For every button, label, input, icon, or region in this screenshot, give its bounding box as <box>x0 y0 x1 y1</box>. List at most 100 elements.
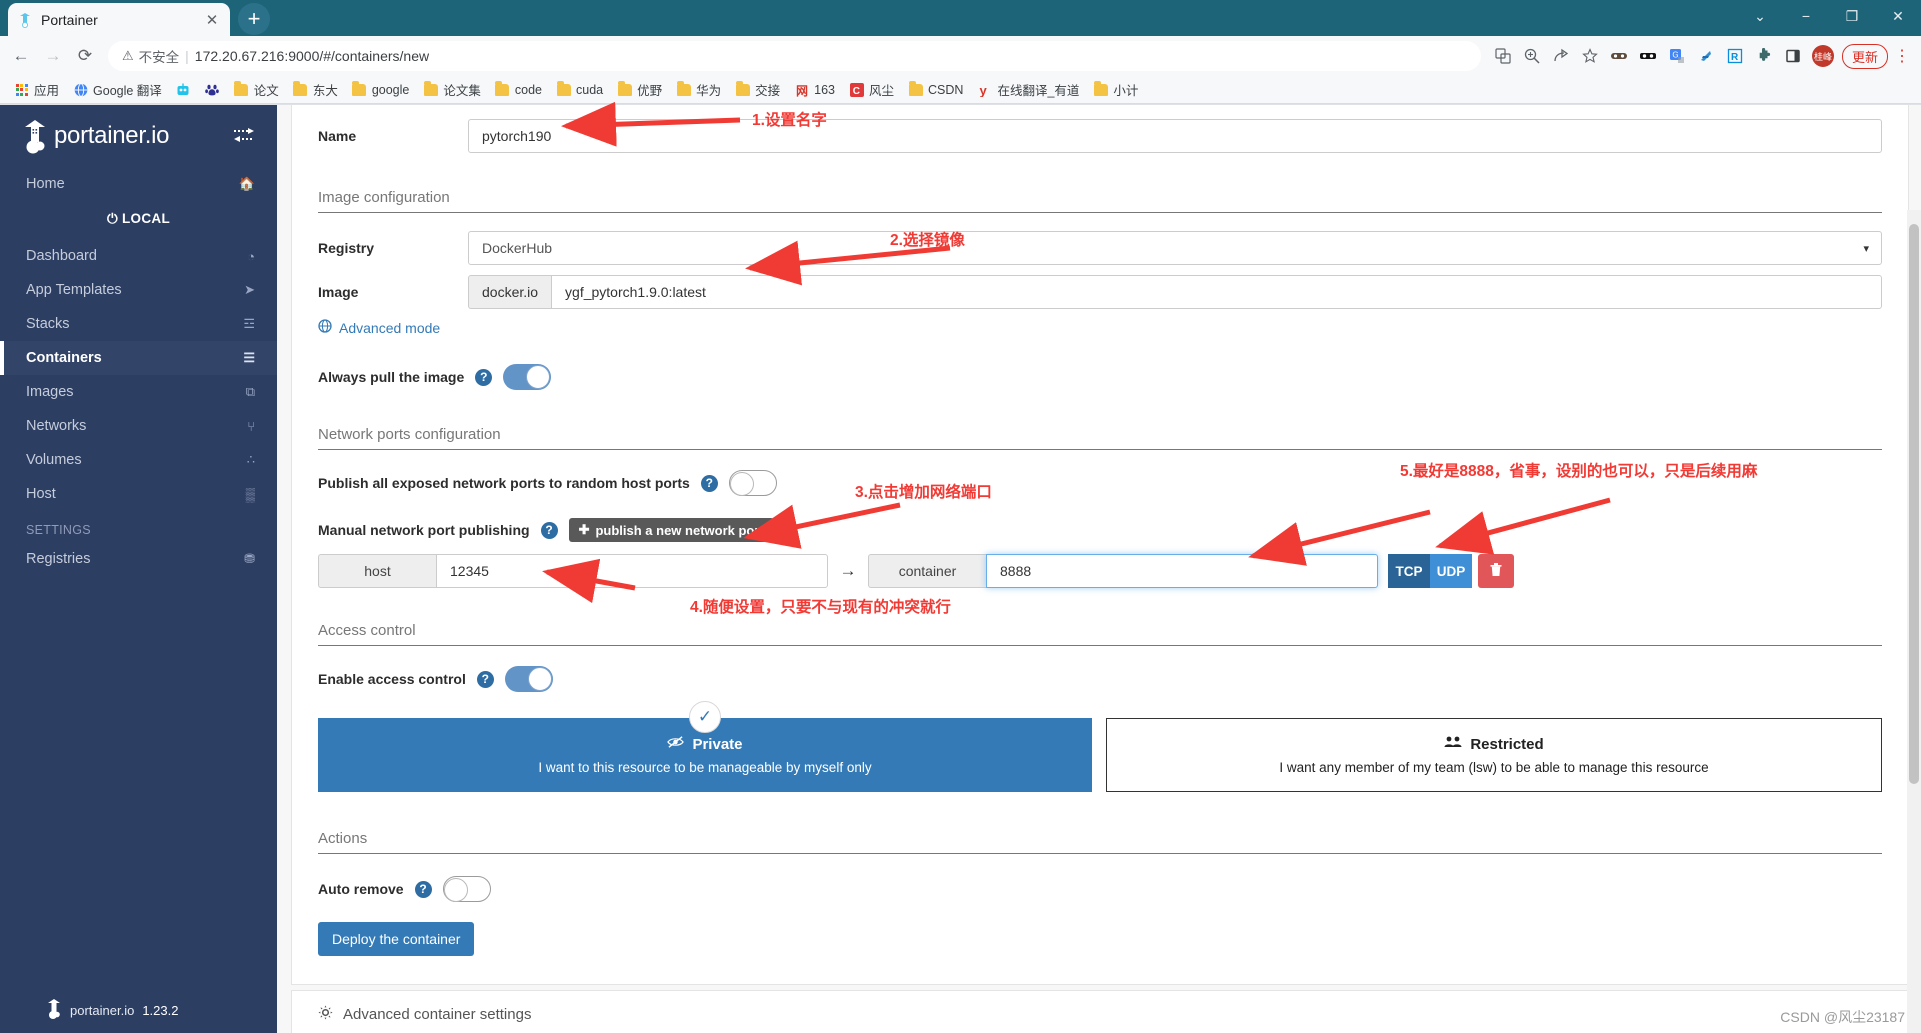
publish-button-label: publish a new network port <box>595 522 764 538</box>
bookmark-item[interactable]: code <box>489 80 548 99</box>
back-icon[interactable]: ← <box>6 41 36 71</box>
container-port-input[interactable]: 8888 <box>986 554 1378 588</box>
bookmark-item[interactable]: CSDN <box>902 80 969 99</box>
image-input[interactable]: ygf_pytorch1.9.0:latest <box>551 275 1882 309</box>
scrollbar-thumb[interactable] <box>1909 224 1919 784</box>
bookmark-item[interactable]: y 在线翻译_有道 <box>971 78 1085 101</box>
browser-tab[interactable]: Portainer ✕ <box>8 3 230 36</box>
extensions-puzzle-icon[interactable] <box>1750 42 1778 70</box>
restore-icon[interactable]: ❐ <box>1829 0 1875 32</box>
sidebar-item-volumes[interactable]: Volumes ∴ <box>0 443 277 477</box>
bookmark-item[interactable]: C 风尘 <box>843 78 900 101</box>
help-icon[interactable]: ? <box>414 880 432 898</box>
sidebar-item-images[interactable]: Images ⧉ <box>0 375 277 409</box>
access-card-restricted[interactable]: Restricted I want any member of my team … <box>1106 718 1882 792</box>
bookmark-item[interactable] <box>170 80 197 99</box>
enable-access-toggle[interactable] <box>504 666 553 692</box>
bookmark-item[interactable] <box>199 80 226 99</box>
bookmark-item[interactable]: 论文 <box>228 78 285 101</box>
bookmark-item[interactable]: 小计 <box>1087 78 1144 101</box>
extension-glasses-icon[interactable] <box>1634 42 1662 70</box>
sidebar-brand-label: portainer.io <box>54 122 170 149</box>
update-button[interactable]: 更新 <box>1841 43 1888 69</box>
delete-port-button[interactable] <box>1478 554 1514 588</box>
deploy-container-button[interactable]: Deploy the container <box>318 922 475 956</box>
share-icon[interactable] <box>1547 42 1575 70</box>
extension-r-icon[interactable]: R <box>1721 42 1749 70</box>
sidebar-item-networks[interactable]: Networks ⑂ <box>0 409 277 443</box>
port-mapping-row: host 12345 → container 8888 TCP UDP <box>318 554 1882 588</box>
close-icon[interactable]: ✕ <box>203 11 221 29</box>
bookmark-label: google <box>371 82 410 97</box>
window-controls: ⌄ − ❐ ✕ <box>1737 0 1921 32</box>
udp-button[interactable]: UDP <box>1430 554 1472 588</box>
home-icon: 🏠 <box>238 176 255 191</box>
dashboard-icon: ◔ <box>247 248 255 264</box>
sidebar-footer-version: 1.23.2 <box>142 1002 179 1018</box>
bookmark-star-icon[interactable] <box>1576 42 1604 70</box>
extension-e-icon[interactable] <box>1692 42 1720 70</box>
tcp-button[interactable]: TCP <box>1388 554 1430 588</box>
registry-select[interactable]: DockerHub ▾ <box>468 231 1882 265</box>
auto-remove-toggle[interactable] <box>442 876 491 902</box>
help-icon[interactable]: ? <box>700 474 718 492</box>
sidebar-item-home[interactable]: Home 🏠 <box>0 167 277 201</box>
advanced-mode-link[interactable]: Advanced mode <box>318 309 1882 342</box>
sidepanel-icon[interactable] <box>1779 42 1807 70</box>
zoom-icon[interactable] <box>1518 42 1546 70</box>
collapse-arrows-icon[interactable] <box>233 127 255 146</box>
bookmark-item[interactable]: 论文集 <box>417 78 487 101</box>
publish-new-network-port-button[interactable]: ✚ publish a new network port <box>568 518 774 542</box>
folder-icon <box>423 80 438 97</box>
trash-icon <box>1489 562 1503 580</box>
help-icon[interactable]: ? <box>475 368 493 386</box>
bookmark-item[interactable]: 东大 <box>287 78 344 101</box>
bookmark-item[interactable]: 华为 <box>670 78 727 101</box>
omnibox-separator: | <box>185 48 189 64</box>
bookmark-item[interactable]: cuda <box>550 80 609 99</box>
help-icon[interactable]: ? <box>476 670 494 688</box>
bookmark-item[interactable]: 网 163 <box>788 80 841 99</box>
menu-kebab-icon[interactable]: ⋮ <box>1889 43 1915 69</box>
bookmark-item[interactable]: Google 翻译 <box>67 78 168 101</box>
folder-icon <box>908 80 923 97</box>
vertical-scrollbar[interactable] <box>1907 210 1921 1033</box>
advanced-container-settings-bar[interactable]: Advanced container settings <box>291 990 1909 1033</box>
sidebar-brand[interactable]: portainer.io <box>0 105 277 167</box>
bookmark-item[interactable]: 优野 <box>611 78 668 101</box>
translate-icon[interactable] <box>1489 42 1517 70</box>
reload-icon[interactable]: ⟳ <box>70 41 100 71</box>
sidebar-item-registries[interactable]: Registries ⛃ <box>0 542 277 576</box>
help-icon[interactable]: ? <box>540 521 558 539</box>
sidebar-item-label: Volumes <box>26 452 82 468</box>
bookmark-item[interactable]: 交接 <box>729 78 786 101</box>
address-bar[interactable]: ⚠ 不安全 | 172.20.67.216:9000/#/containers/… <box>108 41 1481 71</box>
security-indicator[interactable]: ⚠ 不安全 <box>122 46 179 66</box>
sidebar-item-dashboard[interactable]: Dashboard ◔ <box>0 239 277 273</box>
sidebar-item-host[interactable]: Host ▒ <box>0 477 277 511</box>
chevron-down-icon[interactable]: ⌄ <box>1737 0 1783 32</box>
window-close-icon[interactable]: ✕ <box>1875 0 1921 32</box>
sidebar-item-containers[interactable]: Containers ☰ <box>0 341 277 375</box>
host-port-group: host 12345 <box>318 554 828 588</box>
bookmark-item[interactable]: 应用 <box>8 78 65 101</box>
sidebar-item-app-templates[interactable]: App Templates ➤ <box>0 273 277 307</box>
host-port-input[interactable]: 12345 <box>436 554 828 588</box>
sidebar-item-label: Images <box>26 384 74 400</box>
name-input[interactable]: pytorch190 <box>468 119 1882 153</box>
bookmark-label: 论文 <box>253 84 279 98</box>
forward-icon[interactable]: → <box>38 41 68 71</box>
google-translate-extension-icon[interactable]: G <box>1663 42 1691 70</box>
bookmark-item[interactable]: google <box>346 80 416 99</box>
new-tab-button[interactable]: + <box>238 3 270 35</box>
extension-mask-icon[interactable] <box>1605 42 1633 70</box>
host-icon: ▒ <box>245 486 255 502</box>
sidebar-item-stacks[interactable]: Stacks ☲ <box>0 307 277 341</box>
publish-all-toggle[interactable] <box>728 470 777 496</box>
avatar[interactable]: 桂峰 <box>1811 45 1834 67</box>
always-pull-toggle[interactable] <box>503 364 552 390</box>
minimize-icon[interactable]: − <box>1783 0 1829 32</box>
access-card-private[interactable]: ✓ Private I want to this resource to be … <box>318 701 1092 792</box>
bookmark-label: 东大 <box>312 84 338 98</box>
manual-publish-row: Manual network port publishing ? ✚ publi… <box>318 518 1882 542</box>
